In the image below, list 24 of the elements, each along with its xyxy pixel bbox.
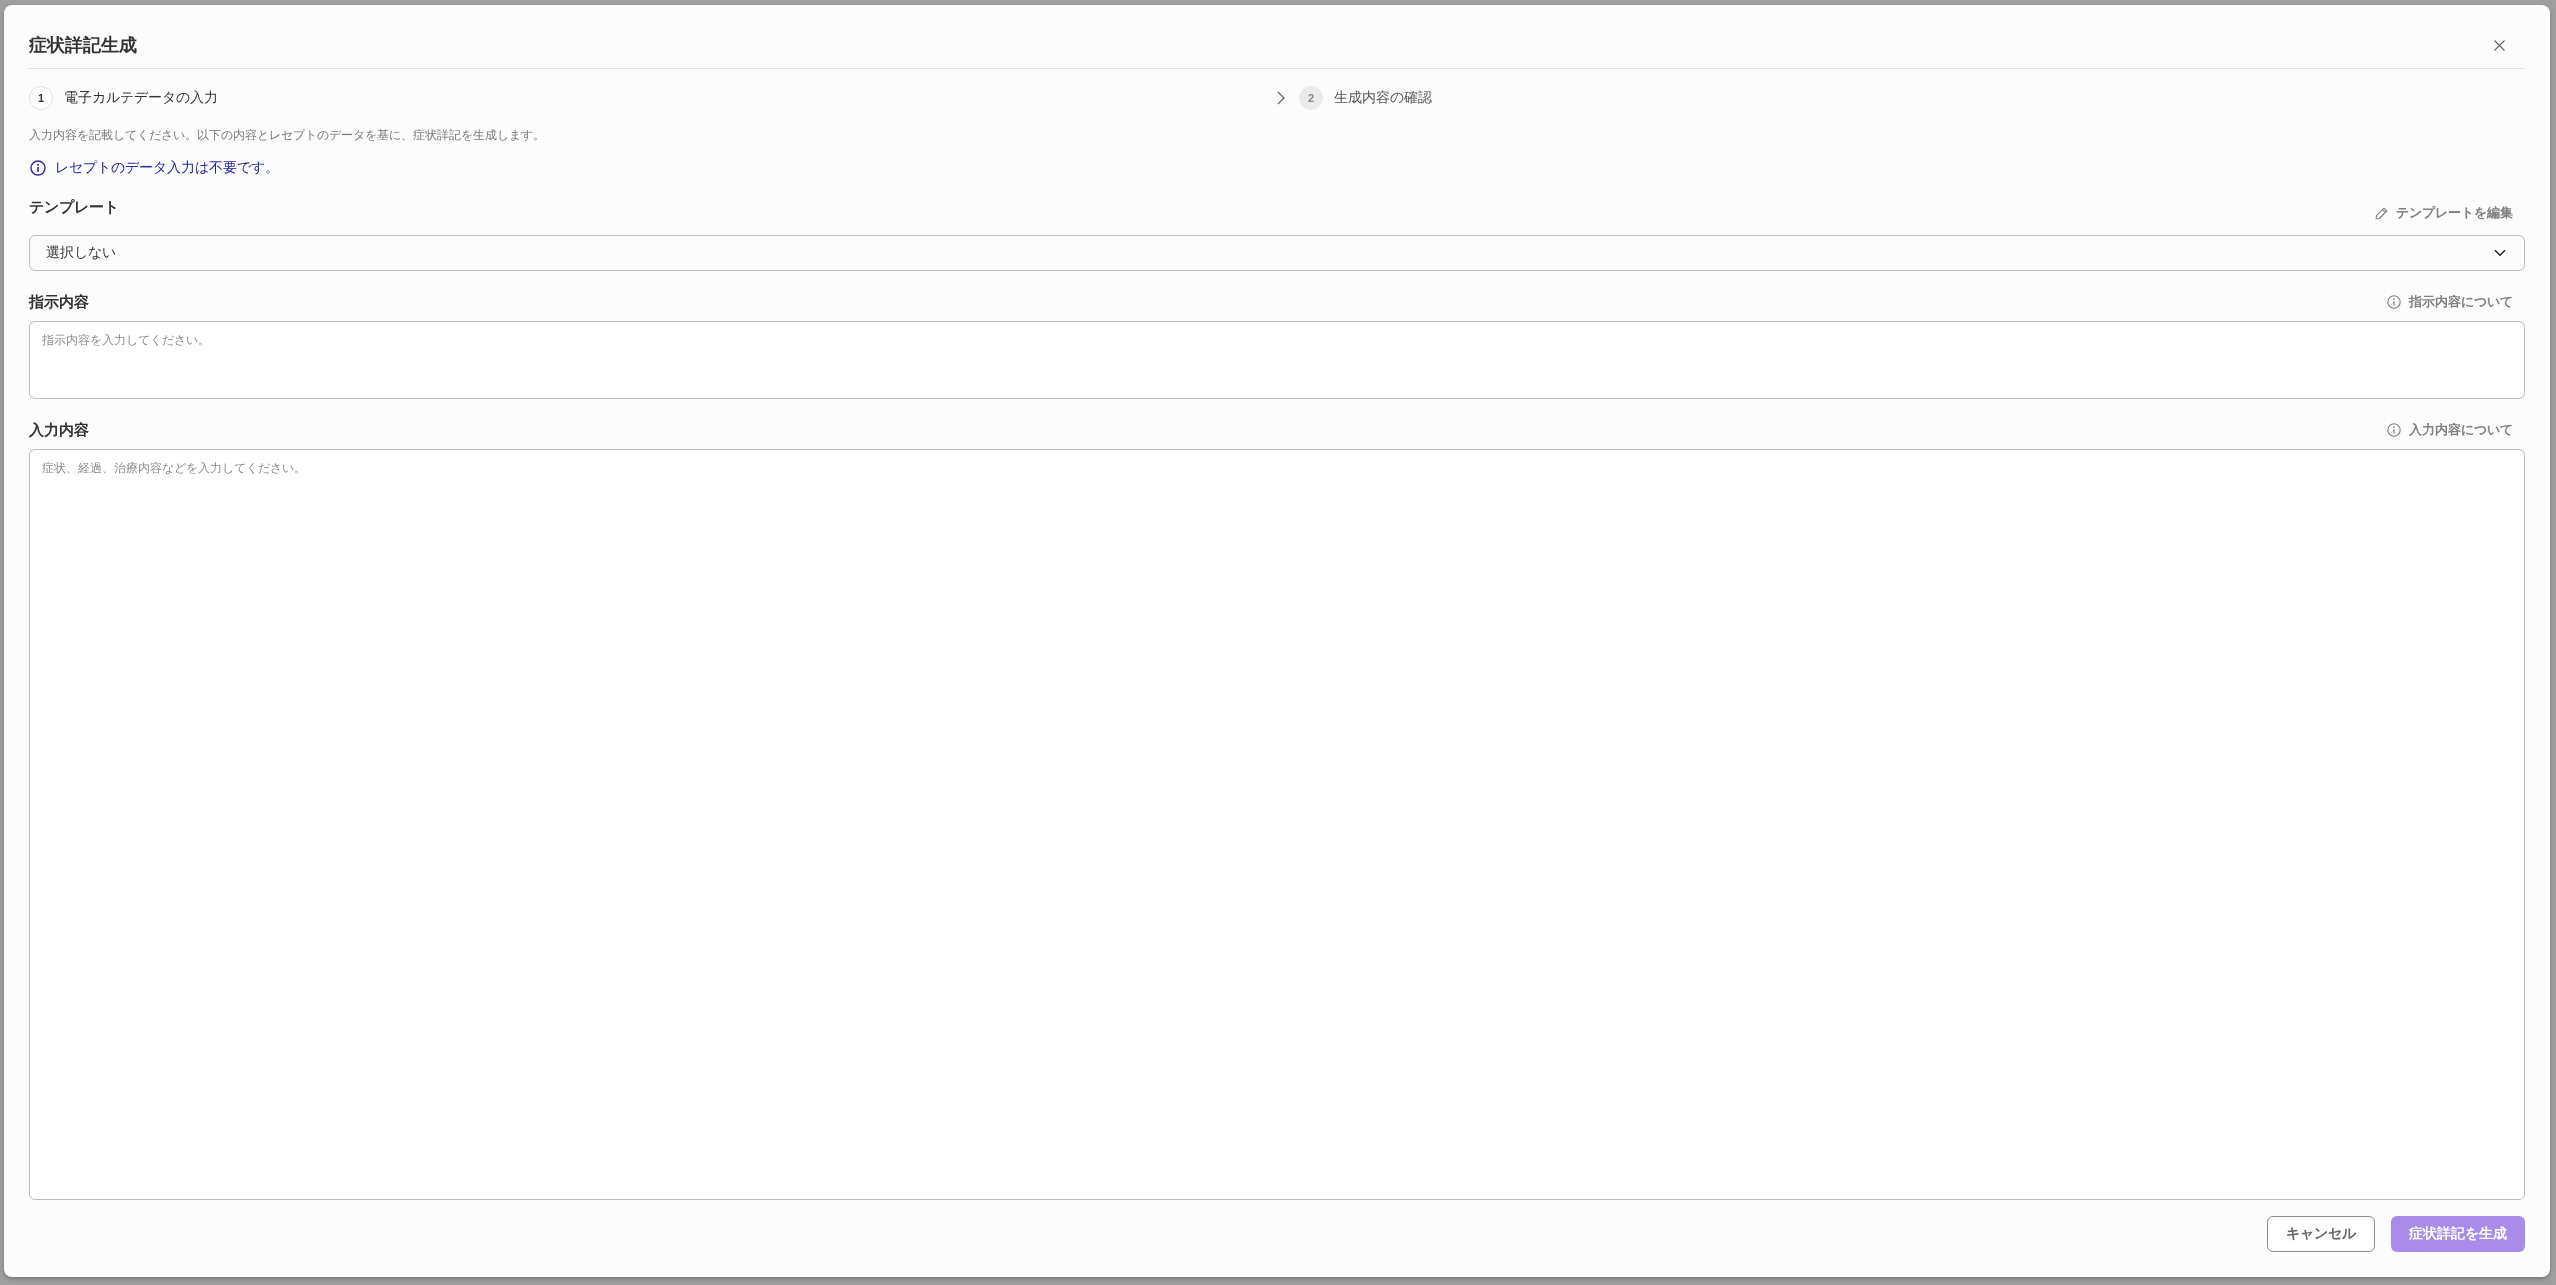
step-number: 2: [1299, 86, 1323, 110]
field-label: テンプレート: [29, 197, 119, 217]
info-icon: [2387, 295, 2401, 309]
cancel-button[interactable]: キャンセル: [2267, 1216, 2375, 1252]
description-text: 入力内容を記載してください。以下の内容とレセプトのデータを基に、症状詳記を生成します。: [29, 127, 546, 144]
info-icon: [2387, 423, 2401, 437]
text-area-field[interactable]: 指示内容を入力してください。: [29, 321, 2525, 399]
close-icon: [2493, 39, 2505, 51]
info-icon: [30, 160, 46, 176]
chevron-down-icon: [2494, 249, 2506, 257]
chevron-right-icon: [1277, 91, 1285, 105]
info-link[interactable]: 入力内容について: [2387, 419, 2513, 441]
step-label: 電子カルテデータの入力: [64, 89, 218, 107]
step-label: 生成内容の確認: [1334, 89, 1432, 107]
pencil-icon: [2375, 206, 2388, 220]
dialog-title: 症状詳記生成: [29, 34, 137, 57]
info-link[interactable]: 指示内容について: [2387, 291, 2513, 313]
notice-text: レセプトのデータ入力は不要です。: [55, 159, 279, 177]
step-number: 1: [29, 86, 53, 110]
text-area-field[interactable]: 症状、経過、治療内容などを入力してください。: [29, 449, 2525, 1200]
field-label: 入力内容: [29, 420, 89, 440]
edit-template-link[interactable]: テンプレートを編集: [2375, 196, 2513, 224]
field-label: 指示内容: [29, 292, 89, 312]
template-dropdown[interactable]: 選択しない: [29, 235, 2525, 271]
